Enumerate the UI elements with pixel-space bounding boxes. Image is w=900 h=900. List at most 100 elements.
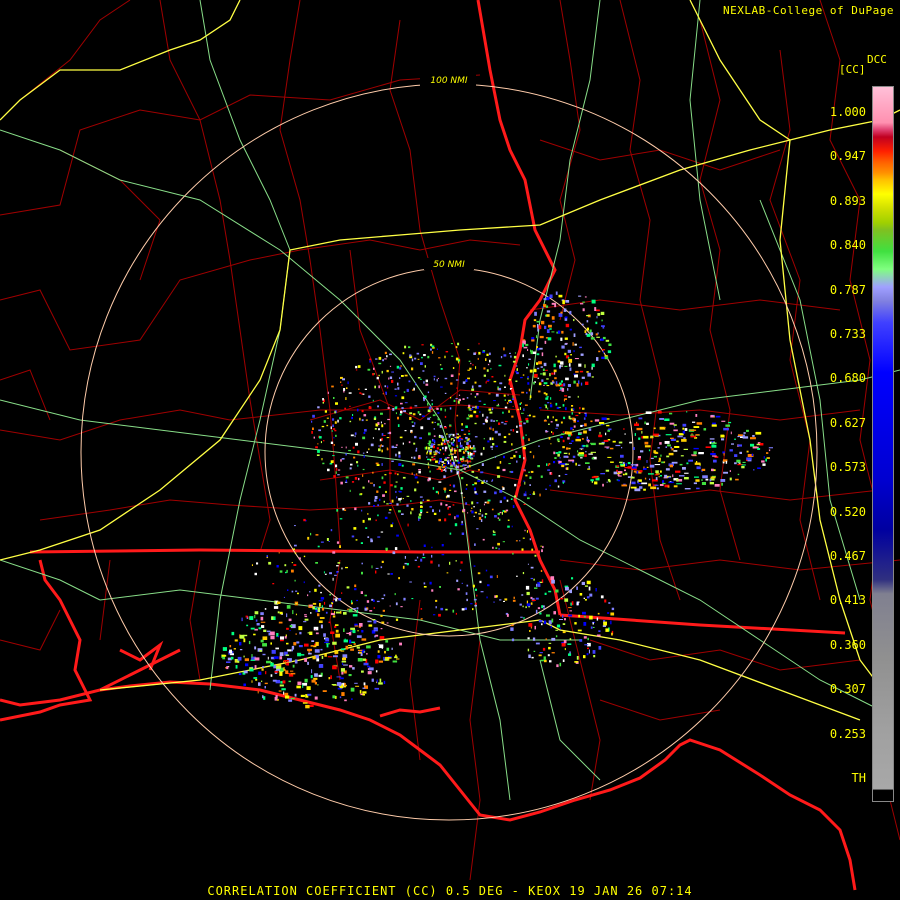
radar-echo-pixel: [537, 607, 541, 610]
radar-echo-pixel: [478, 351, 481, 355]
highways-other: [0, 0, 900, 801]
radar-echo-pixel: [583, 430, 587, 434]
radar-echo-pixel: [616, 469, 618, 472]
radar-echo-pixel: [572, 408, 575, 411]
radar-echo-pixel: [367, 665, 371, 668]
radar-echo-pixel: [432, 487, 435, 490]
radar-echo-pixel: [469, 452, 473, 456]
radar-echo-pixel: [381, 621, 385, 624]
radar-echo-pixel: [311, 640, 315, 642]
radar-echo-pixel: [543, 419, 547, 422]
radar-echo-pixel: [658, 457, 661, 461]
radar-echo-pixel: [344, 638, 346, 641]
radar-echo-pixel: [460, 439, 464, 441]
radar-echo-pixel: [432, 347, 435, 349]
radar-echo-pixel: [506, 402, 509, 405]
radar-echo-pixel: [345, 645, 348, 650]
radar-echo-pixel: [429, 450, 432, 453]
radar-echo-pixel: [579, 639, 583, 642]
radar-echo-pixel: [388, 377, 390, 380]
radar-echo-pixel: [577, 420, 579, 422]
radar-echo-pixel: [643, 466, 645, 469]
radar-echo-pixel: [561, 642, 566, 647]
radar-echo-pixel: [312, 655, 316, 660]
radar-echo-pixel: [653, 427, 656, 430]
radar-echo-pixel: [331, 430, 333, 432]
radar-echo-pixel: [705, 478, 709, 481]
radar-echo-pixel: [639, 470, 643, 473]
radar-echo-pixel: [254, 611, 259, 615]
radar-echo-pixel: [474, 511, 477, 514]
radar-echo-pixel: [471, 510, 474, 514]
radar-echo-pixel: [494, 491, 497, 495]
radar-echo-pixel: [564, 316, 568, 319]
radar-echo-pixel: [556, 664, 559, 668]
radar-echo-pixel: [380, 614, 383, 617]
radar-echo-pixel: [362, 519, 365, 523]
radar-echo-pixel: [377, 514, 379, 517]
radar-echo-pixel: [741, 464, 746, 466]
radar-echo-pixel: [423, 381, 425, 384]
radar-echo-pixel: [483, 438, 485, 440]
radar-echo-pixel: [474, 422, 477, 425]
radar-echo-pixel: [703, 428, 707, 431]
radar-echo-pixel: [426, 499, 430, 501]
radar-echo-pixel: [519, 407, 521, 410]
radar-echo-pixel: [623, 462, 625, 464]
radar-echo-pixel: [332, 460, 334, 463]
radar-echo-pixel: [498, 422, 501, 425]
radar-echo-pixel: [411, 421, 414, 423]
radar-echo-pixel: [504, 598, 508, 601]
radar-echo-pixel: [343, 639, 348, 643]
radar-echo-pixel: [551, 431, 553, 433]
radar-echo-pixel: [509, 401, 512, 403]
radar-echo-pixel: [378, 448, 381, 452]
radar-echo-pixel: [339, 696, 342, 699]
radar-echo-pixel: [378, 486, 381, 489]
radar-echo-pixel: [670, 437, 674, 439]
radar-echo-pixel: [402, 476, 406, 479]
radar-echo-pixel: [339, 417, 342, 420]
radar-echo-pixel: [307, 594, 309, 597]
radar-echo-pixel: [407, 523, 409, 527]
radar-echo-pixel: [638, 417, 643, 420]
radar-echo-pixel: [352, 629, 356, 634]
radar-echo-pixel: [550, 421, 553, 423]
radar-echo-pixel: [701, 482, 706, 485]
radar-echo-pixel: [346, 387, 348, 389]
radar-echo-pixel: [279, 672, 283, 676]
radar-echo-pixel: [551, 579, 555, 584]
radar-echo-pixel: [606, 424, 610, 427]
radar-echo-pixel: [503, 347, 505, 351]
radar-echo-pixel: [436, 447, 439, 450]
radar-echo-pixel: [543, 384, 545, 386]
radar-echo-pixel: [468, 464, 471, 468]
radar-echo-pixel: [433, 451, 436, 453]
radar-echo-pixel: [560, 337, 563, 341]
radar-echo-pixel: [461, 532, 465, 535]
radar-echo-pixel: [712, 422, 716, 425]
radar-echo-pixel: [266, 557, 268, 559]
radar-echo-pixel: [560, 598, 564, 600]
radar-echo-pixel: [307, 648, 312, 652]
radar-echo-pixel: [254, 665, 257, 669]
radar-echo-pixel: [650, 486, 657, 490]
radar-echo-pixel: [340, 668, 345, 672]
radar-echo-pixel: [664, 474, 668, 478]
radar-echo-pixel: [420, 608, 423, 610]
radar-echo-pixel: [675, 470, 681, 473]
radar-echo-pixel: [297, 681, 302, 685]
radar-echo-pixel: [298, 626, 303, 631]
radar-echo-pixel: [342, 657, 346, 661]
radar-echo-pixel: [226, 666, 229, 670]
radar-echo-pixel: [563, 399, 565, 402]
radar-echo-pixel: [517, 483, 521, 487]
radar-echo-pixel: [335, 471, 337, 474]
radar-echo-pixel: [448, 434, 451, 436]
radar-echo-pixel: [449, 484, 451, 486]
radar-echo-pixel: [531, 656, 534, 659]
radar-echo-pixel: [527, 382, 530, 385]
radar-echo-pixel: [279, 656, 283, 660]
radar-echo-pixel: [657, 447, 660, 449]
radar-echo-pixel: [367, 513, 369, 515]
